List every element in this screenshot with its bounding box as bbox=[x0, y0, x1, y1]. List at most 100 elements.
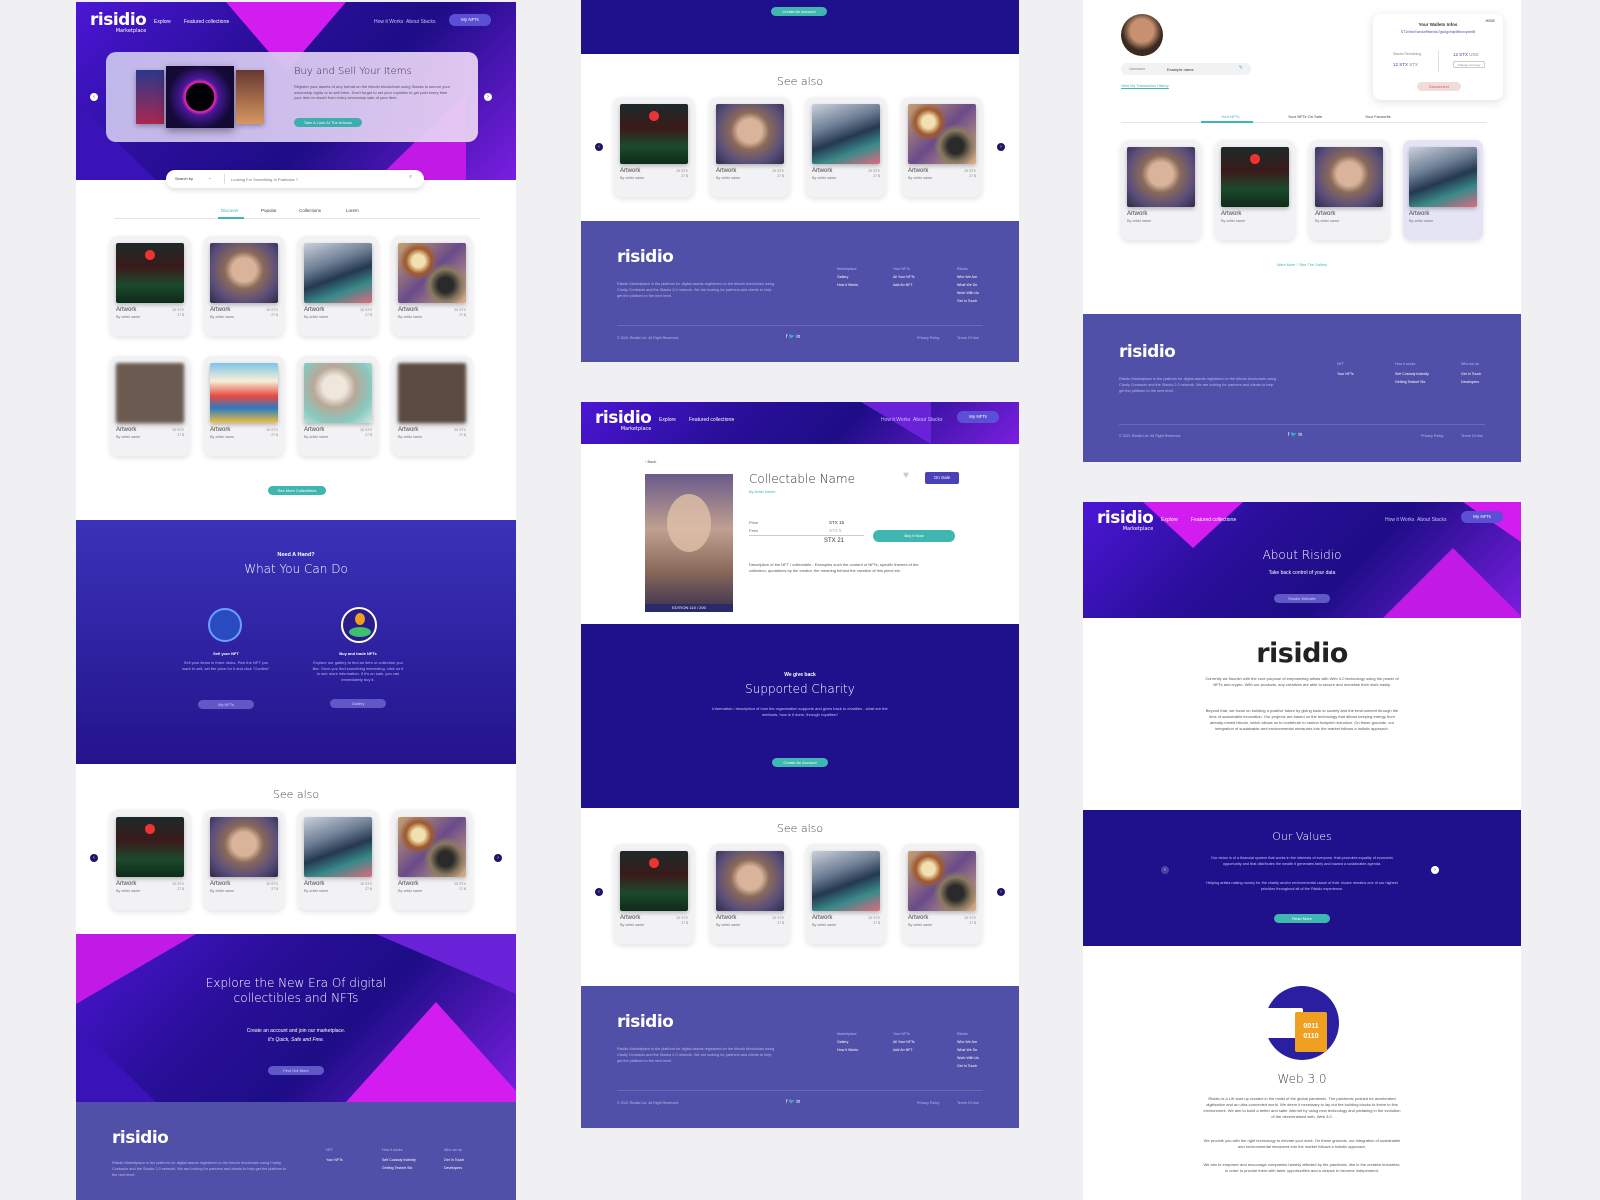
footer-link[interactable]: Get In Touch bbox=[444, 1156, 464, 1164]
terms-link[interactable]: Terms Of Use bbox=[957, 1099, 979, 1107]
chevron-right-icon[interactable]: › bbox=[484, 93, 492, 101]
gallery-button[interactable]: Gallery bbox=[330, 699, 386, 708]
chevron-left-icon[interactable]: ‹ bbox=[595, 143, 603, 151]
nav-explore[interactable]: Explore bbox=[1161, 517, 1178, 523]
tab-popular[interactable]: Popular bbox=[261, 208, 277, 213]
my-nfts-button[interactable]: My NFTs bbox=[449, 14, 491, 26]
footer-link[interactable]: Work With Us bbox=[957, 289, 979, 297]
footer-logo[interactable]: risidio bbox=[617, 247, 674, 267]
footer-link[interactable]: Gallery bbox=[837, 273, 848, 281]
footer-link[interactable]: How it Works bbox=[837, 281, 858, 289]
nft-card[interactable]: Artwork By artist name 20 STX 27 $ bbox=[614, 97, 694, 197]
nav-how-it-works[interactable]: How it Works bbox=[881, 417, 910, 423]
footer-link[interactable]: Self Custody Indexity bbox=[382, 1156, 416, 1164]
footer-link[interactable]: Gallery bbox=[837, 1038, 848, 1046]
footer-logo[interactable]: risidio bbox=[1119, 342, 1176, 362]
nft-card[interactable]: Artwork By artist name bbox=[1121, 140, 1201, 240]
nft-card[interactable]: Artwork By artist name 20 STX 27 $ bbox=[204, 810, 284, 910]
footer-link[interactable]: All Your NFTs bbox=[893, 1038, 915, 1046]
tab-discover[interactable]: Discover bbox=[221, 208, 239, 213]
footer-link[interactable]: Self Custody Indexity bbox=[1395, 370, 1429, 378]
footer-link[interactable]: Your NFTs bbox=[1337, 370, 1354, 378]
nft-card[interactable]: Artwork By artist name bbox=[1309, 140, 1389, 240]
tab-your-nfts[interactable]: Your NFTs bbox=[1221, 114, 1240, 119]
nft-card[interactable]: Artwork By artist name 20 STX 27 $ bbox=[614, 844, 694, 944]
nft-card[interactable]: Artwork By artist name bbox=[1215, 140, 1295, 240]
footer-link[interactable]: Add An NFT bbox=[893, 1046, 913, 1054]
nav-featured-collections[interactable]: Featured collections bbox=[1191, 517, 1236, 523]
create-account-button[interactable]: Create An Account bbox=[772, 758, 828, 767]
see-more-button[interactable]: See More Collectibles bbox=[268, 486, 326, 495]
risidio-website-button[interactable]: Risidio Website bbox=[1274, 594, 1330, 603]
nft-card[interactable]: Artwork By artist name 20 STX 27 $ bbox=[298, 356, 378, 456]
footer-link[interactable]: Getting Testnet Stx bbox=[1395, 378, 1425, 386]
hide-button[interactable]: HIDE bbox=[1485, 18, 1495, 23]
search-icon[interactable]: ⌕ bbox=[409, 174, 412, 181]
footer-link[interactable]: Getting Testnet Stx bbox=[382, 1164, 412, 1172]
logo[interactable]: risidio Marketplace bbox=[595, 408, 652, 432]
privacy-link[interactable]: Privacy Policy bbox=[917, 334, 939, 342]
search-input[interactable] bbox=[224, 174, 404, 184]
chevron-left-icon[interactable]: ‹ bbox=[595, 888, 603, 896]
terms-link[interactable]: Terms Of Use bbox=[1461, 432, 1483, 440]
tab-lorem[interactable]: Lorem bbox=[346, 208, 359, 213]
footer-link[interactable]: What We Do bbox=[957, 281, 977, 289]
back-link[interactable]: ‹ Back bbox=[645, 459, 656, 464]
chevron-right-icon[interactable]: › bbox=[997, 888, 1005, 896]
search-by-label[interactable]: Search by bbox=[175, 176, 193, 181]
footer-link[interactable]: How it Works bbox=[837, 1046, 858, 1054]
footer-link[interactable]: What We Do bbox=[957, 1046, 977, 1054]
chevron-left-icon[interactable]: ‹ bbox=[90, 854, 98, 862]
footer-link[interactable]: Get In Touch bbox=[1461, 370, 1481, 378]
logo[interactable]: risidio Marketplace bbox=[90, 10, 147, 34]
nft-card[interactable]: Artwork By artist name 20 STX 27 $ bbox=[902, 97, 982, 197]
chevron-left-icon[interactable]: ‹ bbox=[1161, 866, 1169, 874]
nav-how-it-works[interactable]: How it Works bbox=[374, 19, 403, 25]
footer-link[interactable]: Who We Are bbox=[957, 1038, 977, 1046]
chevron-down-icon[interactable]: ⌄ bbox=[1233, 516, 1237, 522]
tab-nfts-on-sale[interactable]: Your NFTs On Sale bbox=[1288, 114, 1322, 119]
footer-link[interactable]: All Your NFTs bbox=[893, 273, 915, 281]
nft-card[interactable]: Artwork By artist name 20 STX 27 $ bbox=[710, 97, 790, 197]
chevron-right-icon[interactable]: › bbox=[997, 143, 1005, 151]
find-out-more-button[interactable]: Find Out More bbox=[268, 1066, 324, 1075]
my-nfts-button[interactable]: My NFTs bbox=[1461, 511, 1503, 523]
tab-collections[interactable]: Collections bbox=[299, 208, 321, 213]
nft-card[interactable]: Artwork By artist name 20 STX 27 $ bbox=[110, 236, 190, 336]
nav-how-it-works[interactable]: How it Works bbox=[1385, 517, 1414, 523]
hero-cta-button[interactable]: Take A Look At The Artwork bbox=[294, 118, 362, 127]
chevron-right-icon[interactable]: › bbox=[494, 854, 502, 862]
username-field[interactable]: Username Example name ✎ bbox=[1121, 63, 1251, 75]
nft-card[interactable]: Artwork By artist name 20 STX 27 $ bbox=[392, 236, 472, 336]
footer-link[interactable]: Who We Are bbox=[957, 273, 977, 281]
nft-card[interactable]: Artwork By artist name 20 STX 27 $ bbox=[110, 810, 190, 910]
gallery-link[interactable]: Want More ? See The Gallery bbox=[1083, 263, 1521, 267]
nft-card[interactable]: Artwork By artist name 20 STX 27 $ bbox=[298, 236, 378, 336]
terms-link[interactable]: Terms Of Use bbox=[957, 334, 979, 342]
nav-about-stacks[interactable]: About Stacks bbox=[913, 417, 942, 423]
create-account-button[interactable]: Create An Account bbox=[771, 7, 827, 16]
chevron-down-icon[interactable]: ⌄ bbox=[731, 416, 735, 422]
nav-about-stacks[interactable]: About Stacks bbox=[406, 19, 435, 25]
nft-card[interactable]: Artwork By artist name 20 STX 27 $ bbox=[806, 97, 886, 197]
nft-card[interactable]: Artwork By artist name 20 STX 27 $ bbox=[710, 844, 790, 944]
heart-icon[interactable]: ♥ bbox=[903, 470, 909, 481]
nft-card[interactable]: Artwork By artist name 20 STX 27 $ bbox=[806, 844, 886, 944]
nft-card[interactable]: Artwork By artist name 20 STX 27 $ bbox=[392, 356, 472, 456]
footer-link[interactable]: Developers bbox=[444, 1164, 462, 1172]
search-bar[interactable]: Search by ⌄ ⌕ bbox=[166, 170, 424, 188]
privacy-link[interactable]: Privacy Policy bbox=[1421, 432, 1443, 440]
footer-link[interactable]: Get In Touch bbox=[957, 297, 977, 305]
my-nfts-cta-button[interactable]: My NFTs bbox=[198, 700, 254, 709]
edit-icon[interactable]: ✎ bbox=[1239, 65, 1243, 71]
nft-card[interactable]: Artwork By artist name 20 STX 27 $ bbox=[204, 356, 284, 456]
disconnect-button[interactable]: Disconnect bbox=[1417, 82, 1461, 91]
footer-link[interactable]: Developers bbox=[1461, 378, 1479, 386]
chevron-down-icon[interactable]: ⌄ bbox=[208, 175, 211, 180]
chevron-left-icon[interactable]: ‹ bbox=[90, 93, 98, 101]
footer-link[interactable]: Get In Touch bbox=[957, 1062, 977, 1070]
my-nfts-button[interactable]: My NFTs bbox=[957, 411, 999, 423]
social-icons[interactable]: f 🐦 in bbox=[786, 333, 800, 341]
footer-logo[interactable]: risidio bbox=[617, 1012, 674, 1032]
nav-explore[interactable]: Explore bbox=[659, 417, 676, 423]
